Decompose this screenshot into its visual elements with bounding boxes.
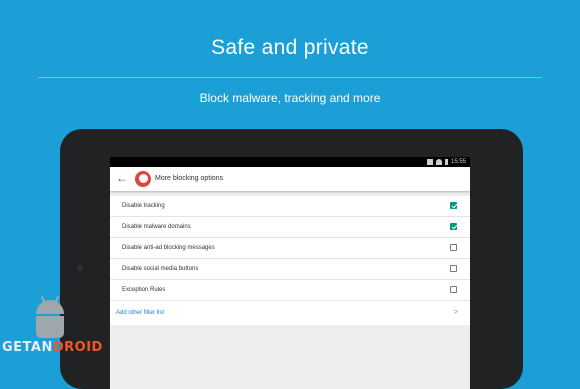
option-row-exception-rules[interactable]: Exception Rules [110,280,470,301]
app-logo-icon [135,171,151,187]
option-row-disable-malware-domains[interactable]: Disable malware domains [110,217,470,238]
options-list: Disable tracking Disable malware domains… [110,196,470,325]
option-row-disable-anti-ad-messages[interactable]: Disable anti-ad blocking messages [110,238,470,259]
watermark-text-part1: GETAN [2,340,53,355]
android-robot-icon [32,295,68,340]
watermark-text-part2: DROID [52,340,103,355]
hero-divider [38,77,542,78]
add-filter-list-row[interactable]: Add other filter list > [110,301,470,325]
chevron-right-icon: > [453,309,458,316]
option-label: Disable social media buttons [122,266,199,272]
option-label: Disable malware domains [122,224,191,230]
watermark-text: GETANDROID [2,340,103,355]
battery-icon [444,159,448,165]
hero-title: Safe and private [211,36,369,59]
status-bar: 15:55 [110,157,470,167]
checkbox[interactable] [450,244,457,251]
wifi-icon [435,159,442,165]
tablet-camera [77,265,83,271]
app-screen: 15:55 ← More blocking options Disable tr… [110,157,470,389]
checkbox[interactable] [450,202,457,209]
checkbox[interactable] [450,223,457,230]
toolbar-title: More blocking options [155,175,224,182]
add-filter-list-link[interactable]: Add other filter list [116,301,164,325]
option-label: Disable anti-ad blocking messages [122,245,215,251]
hero-subtitle: Block malware, tracking and more [199,91,381,105]
option-row-disable-tracking[interactable]: Disable tracking [110,196,470,217]
checkbox[interactable] [450,286,457,293]
option-label: Disable tracking [122,203,165,209]
app-toolbar: ← More blocking options [110,167,470,191]
option-row-disable-social-media-buttons[interactable]: Disable social media buttons [110,259,470,280]
status-time: 15:55 [450,159,466,165]
signal-icon [426,159,433,165]
tablet-device: 15:55 ← More blocking options Disable tr… [60,129,523,389]
back-arrow-icon[interactable]: ← [115,170,129,186]
option-label: Exception Rules [122,287,166,293]
checkbox[interactable] [450,265,457,272]
watermark-logo: GETANDROID [2,290,122,360]
